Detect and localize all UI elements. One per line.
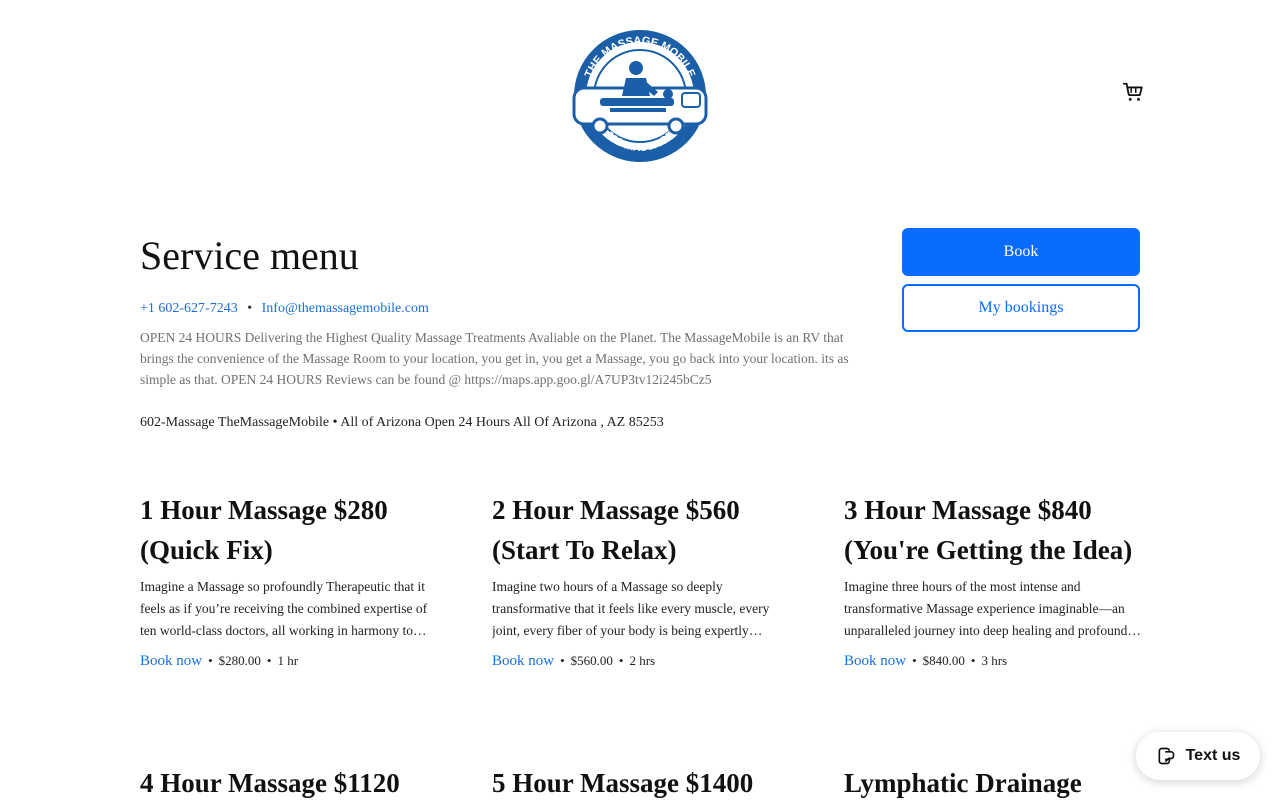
separator-dot: •	[247, 301, 253, 316]
massage-mobile-logo[interactable]: THE MASSAGE MOBILE 602-MASSAGE	[570, 26, 710, 164]
email-link[interactable]: Info@themassagemobile.com	[262, 301, 429, 316]
service-card: 2 Hour Massage $560 (Start To Relax) Ima…	[492, 490, 792, 672]
service-price: $280.00	[218, 653, 261, 668]
phone-link[interactable]: +1 602-627-7243	[140, 301, 238, 316]
service-description: Imagine three hours of the most intense …	[844, 579, 1128, 638]
service-price: $560.00	[570, 653, 613, 668]
service-title: Lymphatic Drainage	[844, 768, 1082, 798]
service-description: Imagine a Massage so profoundly Therapeu…	[140, 579, 428, 638]
service-duration: 1 hr	[277, 653, 299, 668]
service-price: $840.00	[922, 653, 965, 668]
service-duration: 3 hrs	[981, 653, 1008, 668]
service-meta: Book now • $840.00 • 3 hrs	[844, 653, 1008, 669]
service-duration: 2 hrs	[629, 653, 656, 668]
service-title: 5 Hour Massage $1400	[492, 768, 754, 798]
service-meta: Book now • $560.00 • 2 hrs	[492, 653, 656, 669]
my-bookings-button[interactable]: My bookings	[902, 284, 1140, 332]
contact-line: +1 602-627-7243 • Info@themassagemobile.…	[140, 300, 429, 318]
service-description: Imagine two hours of a Massage so deeply…	[492, 579, 770, 638]
chat-phone-icon	[1158, 747, 1174, 765]
book-now-link[interactable]: Book now	[844, 653, 906, 669]
service-title: 1 Hour Massage $280 (Quick Fix)	[140, 495, 388, 565]
book-now-link[interactable]: Book now	[492, 653, 554, 669]
text-us-button[interactable]: Text us	[1136, 732, 1260, 780]
cart-icon[interactable]	[1122, 81, 1144, 103]
page-title: Service menu	[140, 233, 359, 278]
service-title: 4 Hour Massage $1120	[140, 768, 400, 798]
service-card: 3 Hour Massage $840 (You're Getting the …	[844, 490, 1144, 672]
book-button[interactable]: Book	[902, 228, 1140, 276]
service-card: 1 Hour Massage $280 (Quick Fix) Imagine …	[140, 490, 440, 672]
service-title: 3 Hour Massage $840 (You're Getting the …	[844, 495, 1133, 565]
service-title: 2 Hour Massage $560 (Start To Relax)	[492, 495, 740, 565]
business-address: 602-Massage TheMassageMobile • All of Ar…	[140, 415, 664, 430]
book-now-link[interactable]: Book now	[140, 653, 202, 669]
business-description: OPEN 24 HOURS Delivering the Highest Qua…	[140, 330, 849, 387]
site-header: THE MASSAGE MOBILE 602-MASSAGE	[0, 0, 1280, 200]
text-us-label: Text us	[1185, 747, 1241, 764]
service-meta: Book now • $280.00 • 1 hr	[140, 653, 299, 669]
